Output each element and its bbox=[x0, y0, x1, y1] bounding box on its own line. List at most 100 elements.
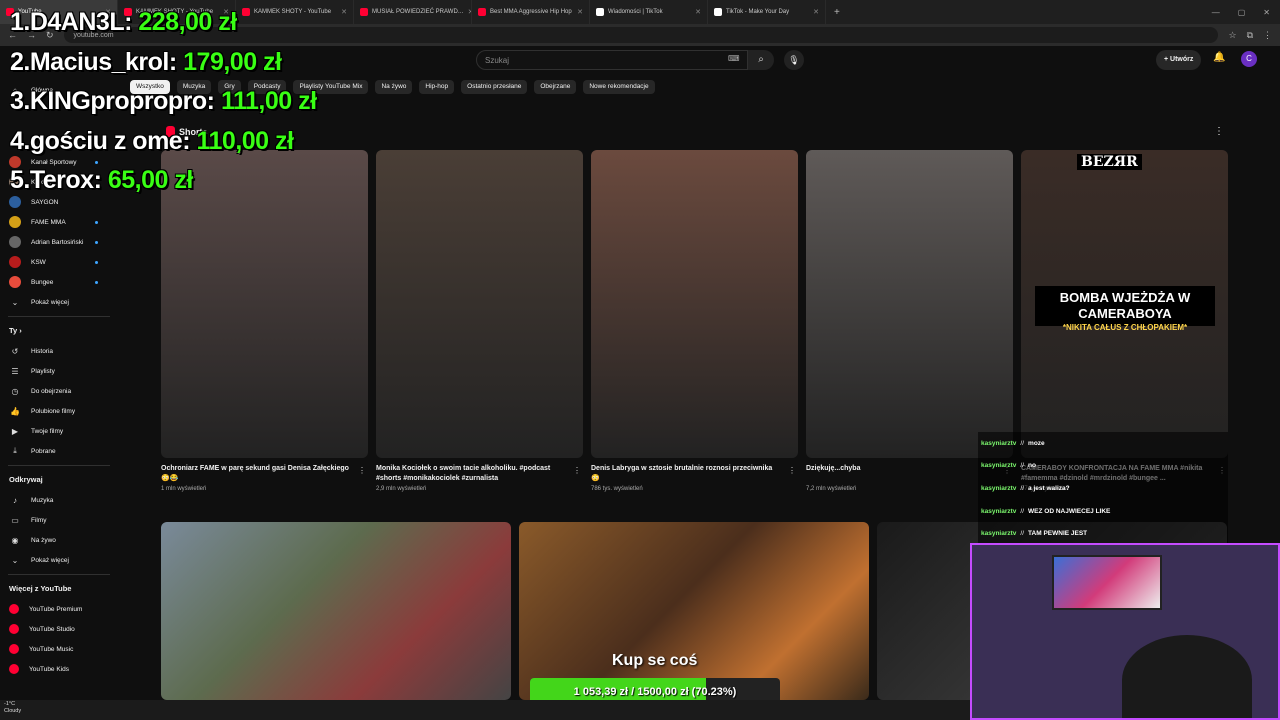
short-thumbnail[interactable] bbox=[806, 150, 1013, 458]
more-icon[interactable]: ⋮ bbox=[573, 466, 581, 475]
divider bbox=[8, 316, 110, 317]
sidebar-subscription[interactable]: Bungee bbox=[0, 272, 120, 292]
sidebar-item[interactable]: ⌄ Pokaż więcej bbox=[0, 550, 120, 570]
leaderboard-entry: 3.KINGpropropro: 111,00 zł bbox=[10, 87, 317, 127]
sidebar-item[interactable]: YouTube Kids bbox=[0, 659, 120, 679]
sidebar-item[interactable]: ♪ Muzyka bbox=[0, 490, 120, 510]
sidebar-item[interactable]: ⤓ Pobrane bbox=[0, 441, 120, 461]
minimize-icon[interactable]: — bbox=[1212, 8, 1220, 17]
sidebar-subscription[interactable]: Adrian Bartosiński bbox=[0, 232, 120, 252]
sidebar-item-label: YouTube Music bbox=[29, 645, 74, 653]
leaderboard-name: 4.gościu z ome: bbox=[10, 126, 197, 155]
more-icon[interactable]: ⋮ bbox=[1214, 126, 1224, 137]
youtube-logo-icon bbox=[9, 624, 19, 634]
section-heading-you[interactable]: Ty › bbox=[0, 321, 120, 341]
sidebar-item[interactable]: YouTube Studio bbox=[0, 619, 120, 639]
video-thumbnail[interactable] bbox=[161, 522, 511, 700]
tab-title: Wiadomości | TikTok bbox=[608, 9, 663, 15]
youtube-logo-icon bbox=[9, 664, 19, 674]
close-icon[interactable]: ✕ bbox=[341, 8, 347, 16]
chat-username: kasyniarztv bbox=[981, 507, 1017, 515]
chat-username: kasyniarztv bbox=[981, 530, 1017, 538]
avatar[interactable]: C bbox=[1241, 51, 1257, 67]
extensions-icon[interactable]: ⧉ bbox=[1247, 30, 1253, 41]
create-button[interactable]: + Utwórz bbox=[1156, 50, 1202, 70]
channel-avatar bbox=[9, 236, 21, 248]
sidebar-item[interactable]: ▶ Twoje filmy bbox=[0, 421, 120, 441]
sidebar-item[interactable]: ⌄ Pokaż więcej bbox=[0, 292, 120, 312]
youtube-logo-icon bbox=[9, 644, 19, 654]
browser-tab[interactable]: MUSIAŁ POWIEDZIEĆ PRAWD…✕ bbox=[354, 0, 472, 24]
chat-separator: // bbox=[1020, 530, 1025, 538]
sidebar-item-label: FAME MMA bbox=[31, 218, 66, 226]
tab-title: MUSIAŁ POWIEDZIEĆ PRAWD… bbox=[372, 9, 464, 15]
maximize-icon[interactable]: ▢ bbox=[1238, 8, 1246, 17]
stream-chat: kasyniarztv//moze kasyniarztv//no kasyniar… bbox=[978, 432, 1228, 545]
short-title[interactable]: Denis Labryga w sztosie brutalnie roznos… bbox=[591, 464, 781, 484]
chat-separator: // bbox=[1020, 507, 1025, 515]
keyboard-icon[interactable]: ⌨ bbox=[728, 54, 740, 63]
short-title[interactable]: Dziękuję...chyba bbox=[806, 464, 996, 474]
short-thumbnail[interactable] bbox=[591, 150, 798, 458]
browser-tab[interactable]: TikTok - Make Your Day ✕ bbox=[708, 0, 826, 24]
chat-message: kasyniarztv//no bbox=[978, 454, 1228, 478]
video-thumbnail[interactable] bbox=[519, 522, 869, 700]
sidebar-item[interactable]: 👍 Polubione filmy bbox=[0, 401, 120, 421]
filter-chip[interactable]: Hip-hop bbox=[419, 80, 455, 94]
new-content-dot bbox=[95, 240, 98, 244]
filter-chip[interactable]: Nowe rekomendacje bbox=[583, 80, 655, 94]
sidebar-subscription[interactable]: KSW bbox=[0, 252, 120, 272]
browser-tab[interactable]: Best MMA Aggressive Hip Hop ✕ bbox=[472, 0, 590, 24]
sidebar-item[interactable]: YouTube Music bbox=[0, 639, 120, 659]
filter-chip[interactable]: Ostatnio przesłane bbox=[461, 80, 528, 94]
filter-chip[interactable]: Obejrzane bbox=[534, 80, 577, 94]
sidebar-item-label: Pokaż więcej bbox=[31, 556, 69, 564]
chat-message: kasyniarztv//a jest waliza? bbox=[978, 477, 1228, 500]
sidebar-item[interactable]: YouTube Premium bbox=[0, 599, 120, 619]
sidebar-item-label: Bungee bbox=[31, 278, 54, 286]
sidebar-item[interactable]: ◉ Na żywo bbox=[0, 530, 120, 550]
thumbnail-subbanner: *NIKITA CAŁUS Z CHŁOPAKIEM* bbox=[1062, 323, 1188, 332]
sidebar-item[interactable]: ↺ Historia bbox=[0, 341, 120, 361]
sidebar-subscription[interactable]: FAME MMA bbox=[0, 212, 120, 232]
music-icon: ♪ bbox=[13, 495, 17, 505]
close-icon[interactable]: ✕ bbox=[813, 8, 819, 16]
more-icon[interactable]: ⋮ bbox=[788, 466, 796, 475]
tab-favicon-icon bbox=[714, 8, 722, 16]
sidebar-item[interactable]: ◷ Do obejrzenia bbox=[0, 381, 120, 401]
sidebar-item[interactable]: ▭ Filmy bbox=[0, 510, 120, 530]
new-tab-icon[interactable]: + bbox=[826, 7, 848, 18]
short-title[interactable]: Monika Kociołek o swoim tacie alkoholiku… bbox=[376, 464, 566, 484]
search-input[interactable]: Szukaj bbox=[476, 50, 748, 70]
short-title[interactable]: Ochroniarz FAME w parę sekund gasi Denis… bbox=[161, 464, 351, 484]
sidebar-item[interactable]: ☰ Playlisty bbox=[0, 361, 120, 381]
leaderboard-entry: 5.Terox: 65,00 zł bbox=[10, 166, 317, 206]
chat-message: kasyniarztv//TAM PEWNIE JEST bbox=[978, 522, 1228, 545]
create-label: Utwórz bbox=[1170, 56, 1194, 63]
short-views: 1 mln wyświetleń bbox=[161, 486, 207, 492]
more-icon[interactable]: ⋮ bbox=[358, 466, 366, 475]
weather-widget[interactable]: -1°C Cloudy bbox=[4, 701, 21, 715]
menu-icon[interactable]: ⋮ bbox=[1263, 30, 1272, 41]
chat-text: no bbox=[1028, 462, 1036, 470]
close-icon[interactable]: ✕ bbox=[695, 8, 701, 16]
search-button[interactable]: ⌕ bbox=[748, 50, 774, 70]
sidebar-item-label: Filmy bbox=[31, 516, 47, 524]
bell-icon[interactable]: 🔔 bbox=[1213, 52, 1225, 63]
weather-desc: Cloudy bbox=[4, 708, 22, 714]
sidebar-item-label: Muzyka bbox=[31, 496, 54, 504]
chat-username: kasyniarztv bbox=[981, 439, 1017, 447]
channel-avatar bbox=[9, 276, 21, 288]
chat-message: kasyniarztv//moze bbox=[978, 432, 1228, 455]
close-window-icon[interactable]: ✕ bbox=[1263, 8, 1270, 17]
short-thumbnail[interactable] bbox=[376, 150, 583, 458]
close-icon[interactable]: ✕ bbox=[577, 8, 583, 16]
filter-chip[interactable]: Na żywo bbox=[375, 80, 413, 94]
short-thumbnail[interactable]: BOMBA WJEŻDŻA W CAMERABOYA *NIKITA CAŁUS … bbox=[1021, 150, 1228, 458]
sidebar-item-label: YouTube Kids bbox=[29, 665, 69, 673]
channel-avatar bbox=[9, 216, 21, 228]
star-icon[interactable]: ☆ bbox=[1228, 30, 1236, 41]
mic-icon[interactable]: 🎙 bbox=[784, 50, 804, 70]
short-views: 2,9 mln wyświetleń bbox=[376, 486, 427, 492]
browser-tab[interactable]: Wiadomości | TikTok ✕ bbox=[590, 0, 708, 24]
